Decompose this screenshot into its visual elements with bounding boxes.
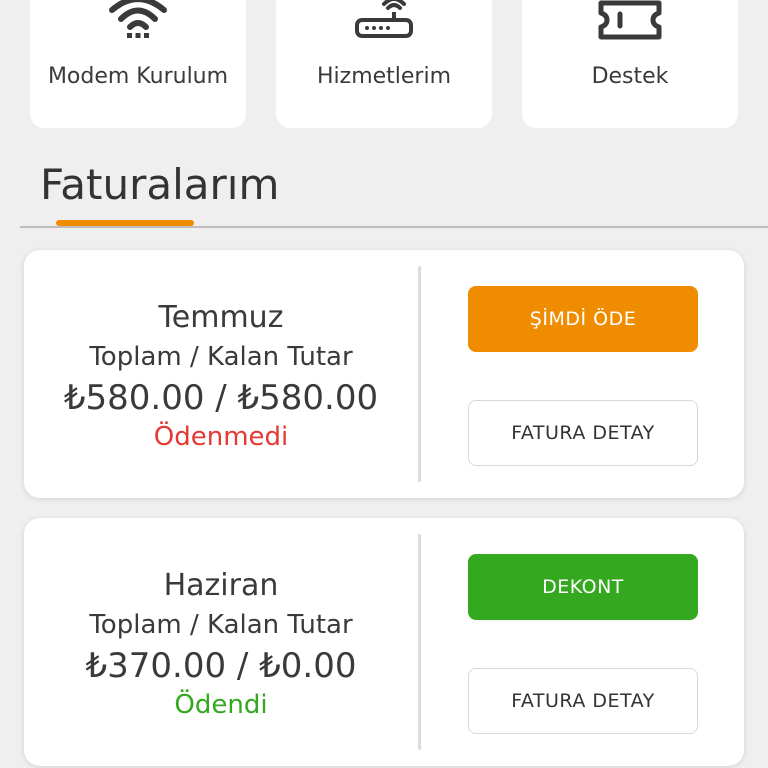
card-divider [418, 266, 421, 482]
invoice-amount: ₺370.00 / ₺0.00 [85, 646, 357, 686]
invoice-detail-button[interactable]: FATURA DETAY [468, 668, 698, 734]
invoice-amount-caption: Toplam / Kalan Tutar [89, 610, 353, 640]
receipt-button[interactable]: DEKONT [468, 554, 698, 620]
invoice-detail-button[interactable]: FATURA DETAY [468, 400, 698, 466]
services-label: Hizmetlerim [316, 64, 452, 89]
router-icon [276, 0, 492, 40]
section-title-underline [56, 220, 194, 226]
invoice-info: Temmuz Toplam / Kalan Tutar ₺580.00 / ₺5… [24, 250, 418, 498]
invoices-screen: Modem Kurulum Hizmetlerim Destek Fatural… [0, 0, 768, 768]
invoice-card: Haziran Toplam / Kalan Tutar ₺370.00 / ₺… [24, 518, 744, 766]
pay-now-button[interactable]: ŞİMDİ ÖDE [468, 286, 698, 352]
modem-setup-label: Modem Kurulum [47, 64, 229, 89]
invoice-month: Haziran [163, 568, 279, 603]
card-divider [418, 534, 421, 750]
section-divider [20, 226, 768, 228]
modem-setup-tile[interactable]: Modem Kurulum [30, 0, 246, 128]
invoice-amount: ₺580.00 / ₺580.00 [63, 378, 379, 418]
services-tile[interactable]: Hizmetlerim [276, 0, 492, 128]
support-tile[interactable]: Destek [522, 0, 738, 128]
ticket-icon [522, 0, 738, 40]
wifi-icon [30, 0, 246, 40]
invoice-status: Ödendi [174, 690, 268, 720]
support-label: Destek [591, 64, 669, 89]
section-title: Faturalarım [40, 160, 280, 209]
invoice-card: Temmuz Toplam / Kalan Tutar ₺580.00 / ₺5… [24, 250, 744, 498]
invoice-info: Haziran Toplam / Kalan Tutar ₺370.00 / ₺… [24, 518, 418, 766]
invoice-month: Temmuz [158, 300, 284, 335]
invoice-amount-caption: Toplam / Kalan Tutar [89, 342, 353, 372]
invoice-status: Ödenmedi [153, 422, 289, 452]
